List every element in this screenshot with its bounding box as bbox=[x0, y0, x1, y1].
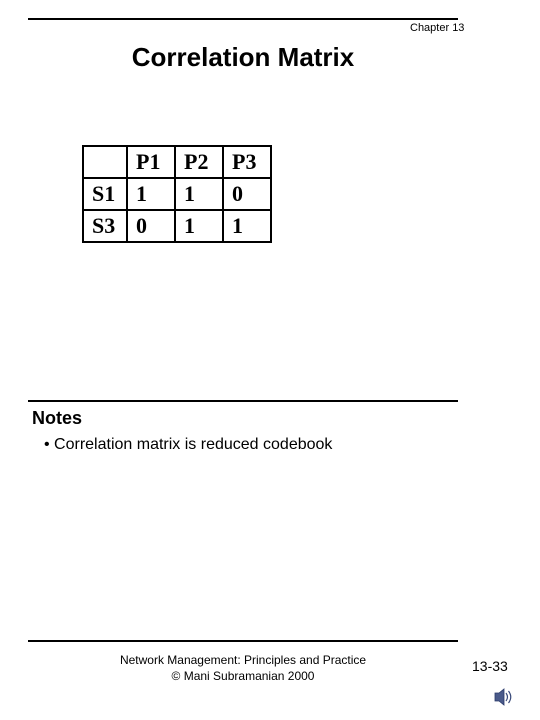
correlation-matrix-table: P1 P2 P3 S1 1 1 0 S3 0 1 1 bbox=[82, 145, 272, 243]
speaker-icon bbox=[494, 688, 516, 706]
top-rule bbox=[28, 18, 458, 20]
table-cell: 0 bbox=[223, 178, 271, 210]
table-row: S1 1 1 0 bbox=[83, 178, 271, 210]
mid-rule bbox=[28, 400, 458, 402]
footer-text: Network Management: Principles and Pract… bbox=[28, 652, 458, 684]
table-cell: 0 bbox=[127, 210, 175, 242]
table-cell: 1 bbox=[223, 210, 271, 242]
table-row: P1 P2 P3 bbox=[83, 146, 271, 178]
table-cell bbox=[83, 146, 127, 178]
notes-bullet: • Correlation matrix is reduced codebook bbox=[44, 436, 332, 454]
slide-title: Correlation Matrix bbox=[28, 42, 458, 73]
table-cell: 1 bbox=[175, 178, 223, 210]
footer-line-2: © Mani Subramanian 2000 bbox=[172, 669, 315, 683]
footer-line-1: Network Management: Principles and Pract… bbox=[120, 653, 366, 667]
table-cell: P2 bbox=[175, 146, 223, 178]
table-cell: S3 bbox=[83, 210, 127, 242]
notes-heading: Notes bbox=[32, 408, 82, 429]
chapter-label: Chapter 13 bbox=[410, 22, 464, 34]
page-number: 13-33 bbox=[472, 658, 508, 674]
table-cell: P3 bbox=[223, 146, 271, 178]
table-cell: P1 bbox=[127, 146, 175, 178]
table-cell: 1 bbox=[175, 210, 223, 242]
table-row: S3 0 1 1 bbox=[83, 210, 271, 242]
table-cell: 1 bbox=[127, 178, 175, 210]
table-cell: S1 bbox=[83, 178, 127, 210]
bottom-rule bbox=[28, 640, 458, 642]
